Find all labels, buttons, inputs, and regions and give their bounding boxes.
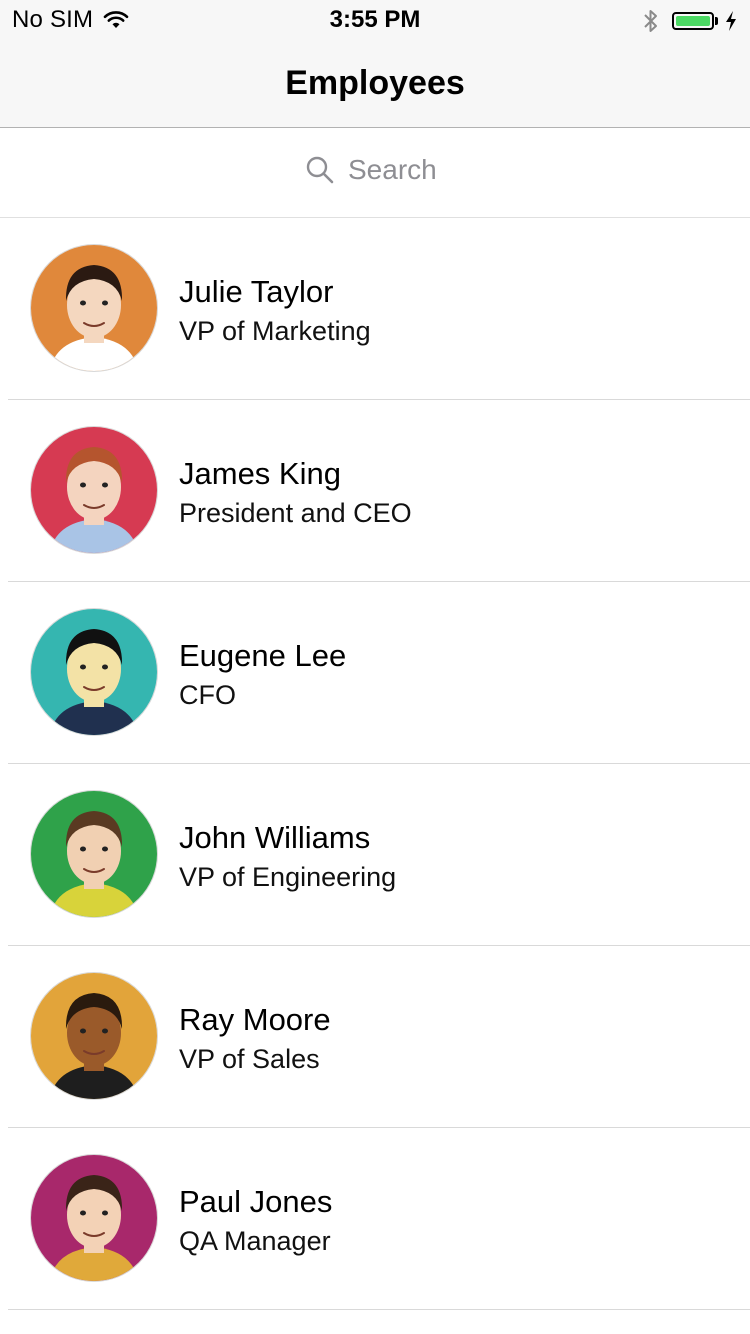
bluetooth-icon xyxy=(644,10,657,32)
employee-title: President and CEO xyxy=(179,498,412,528)
employee-name: Ray Moore xyxy=(179,1002,331,1037)
battery-fill xyxy=(676,16,710,26)
list-item[interactable]: Eugene Lee CFO xyxy=(0,582,750,764)
status-right xyxy=(642,8,738,34)
avatar xyxy=(31,609,157,735)
employee-name: Paul Jones xyxy=(179,1184,333,1219)
search-icon xyxy=(306,156,334,184)
avatar xyxy=(31,791,157,917)
navigation-bar: Employees xyxy=(0,40,750,128)
battery-icon xyxy=(672,12,714,30)
avatar xyxy=(31,427,157,553)
employee-title: VP of Engineering xyxy=(179,862,397,892)
list-item[interactable]: Ray Moore VP of Sales xyxy=(0,946,750,1128)
search-input[interactable] xyxy=(348,154,444,186)
employee-title: QA Manager xyxy=(179,1226,331,1256)
avatar xyxy=(31,1155,157,1281)
employee-name: James King xyxy=(179,456,341,491)
employee-title: CFO xyxy=(179,680,236,710)
employee-title: VP of Sales xyxy=(179,1044,320,1074)
status-bar: No SIM 3:55 PM xyxy=(0,0,750,40)
search-bar[interactable] xyxy=(0,128,750,218)
employee-name: Eugene Lee xyxy=(179,638,347,673)
employee-name: Julie Taylor xyxy=(179,274,334,309)
list-item[interactable]: Paul Jones QA Manager xyxy=(0,1128,750,1310)
employee-name: John Williams xyxy=(179,820,371,855)
employee-list: Julie Taylor VP of Marketing James King Pre… xyxy=(0,218,750,1310)
page-title: Employees xyxy=(285,64,465,102)
status-time: 3:55 PM xyxy=(329,6,421,33)
employee-title: VP of Marketing xyxy=(179,316,371,346)
avatar xyxy=(31,973,157,1099)
list-item[interactable]: James King President and CEO xyxy=(0,400,750,582)
charging-bolt-icon xyxy=(726,11,736,31)
battery-nub xyxy=(715,17,718,25)
avatar xyxy=(31,245,157,371)
search-container[interactable] xyxy=(0,154,750,186)
list-item[interactable]: John Williams VP of Engineering xyxy=(0,764,750,946)
list-item[interactable]: Julie Taylor VP of Marketing xyxy=(0,218,750,400)
